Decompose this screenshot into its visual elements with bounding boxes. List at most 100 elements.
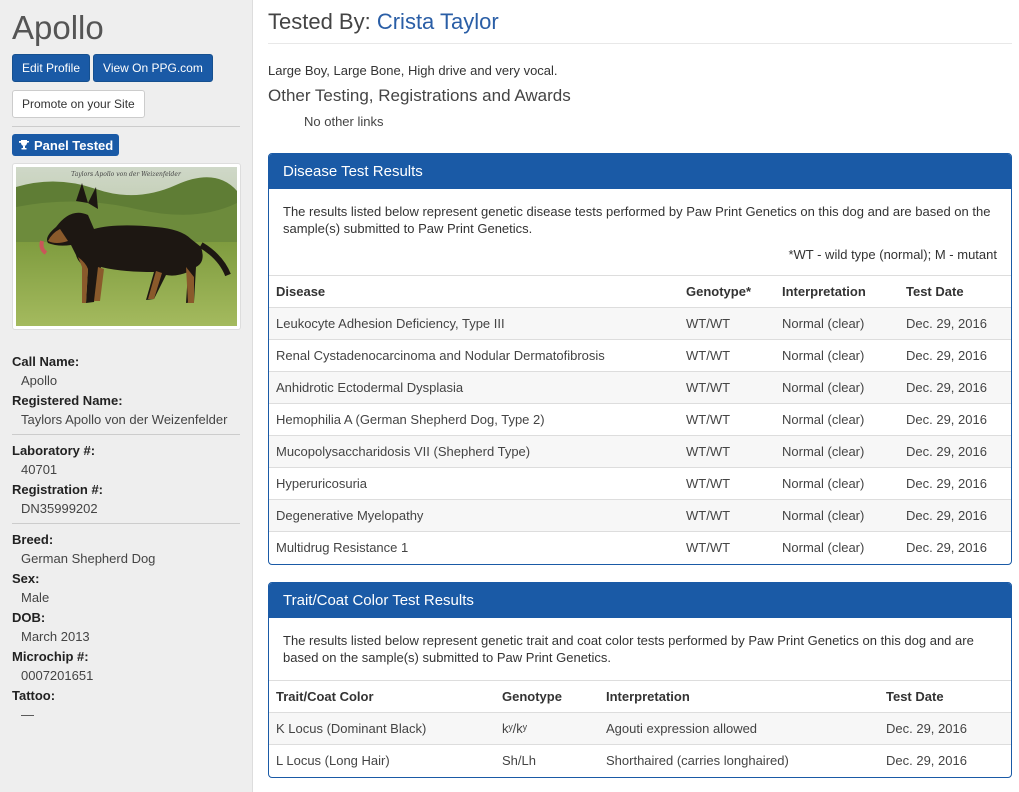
other-testing-value: No other links xyxy=(304,114,384,129)
trait-panel-body: The results listed below represent genet… xyxy=(269,618,1011,680)
genotype-cell: WT/WT xyxy=(679,371,775,404)
sex-value: Male xyxy=(21,590,50,605)
laboratory-label: Laboratory #: xyxy=(12,443,96,458)
interpretation-cell: Normal (clear) xyxy=(775,371,899,404)
interpretation-cell: Normal (clear) xyxy=(775,339,899,372)
disease-cell: Leukocyte Adhesion Deficiency, Type III xyxy=(269,307,679,340)
divider xyxy=(12,523,240,524)
divider xyxy=(12,434,240,435)
disease-cell: Anhidrotic Ectodermal Dysplasia xyxy=(269,371,679,404)
edit-profile-button[interactable]: Edit Profile xyxy=(12,54,91,82)
genotype-cell: WT/WT xyxy=(679,339,775,372)
table-row: K Locus (Dominant Black) kʸ/kʸ Agouti expr… xyxy=(269,712,1011,745)
disease-table: Disease Genotype* Interpretation Test Da… xyxy=(269,275,1011,564)
genotype-cell: Sh/Lh xyxy=(495,744,599,777)
german-shepherd-image: Taylors Apollo von der Weizenfelder xyxy=(16,167,237,326)
trait-table: Trait/Coat Color Genotype Interpretation… xyxy=(269,680,1011,777)
interpretation-cell: Shorthaired (carries longhaired) xyxy=(599,744,879,777)
interpretation-cell: Agouti expression allowed xyxy=(599,712,879,745)
interpretation-cell: Normal (clear) xyxy=(775,435,899,468)
table-header-row: Trait/Coat Color Genotype Interpretation… xyxy=(269,680,1011,713)
call-name-label: Call Name: xyxy=(12,354,80,369)
col-test-date: Test Date xyxy=(899,275,1011,308)
registered-name-value: Taylors Apollo von der Weizenfelder xyxy=(21,412,228,427)
date-cell: Dec. 29, 2016 xyxy=(899,467,1011,500)
date-cell: Dec. 29, 2016 xyxy=(899,499,1011,532)
trait-panel-title: Trait/Coat Color Test Results xyxy=(269,583,1011,618)
col-test-date: Test Date xyxy=(879,680,1011,713)
table-row: Hyperuricosuria WT/WT Normal (clear) Dec. 2… xyxy=(269,467,1011,500)
interpretation-cell: Normal (clear) xyxy=(775,467,899,500)
col-genotype: Genotype* xyxy=(679,275,775,308)
genotype-cell: WT/WT xyxy=(679,403,775,436)
disease-cell: Hyperuricosuria xyxy=(269,467,679,500)
genotype-legend: *WT - wild type (normal); M - mutant xyxy=(788,247,997,262)
table-row: Mucopolysaccharidosis VII (Shepherd Type… xyxy=(269,435,1011,468)
registration-value: DN35999202 xyxy=(21,501,98,516)
laboratory-value: 40701 xyxy=(21,462,58,477)
col-disease: Disease xyxy=(269,275,679,308)
genotype-cell: kʸ/kʸ xyxy=(495,712,599,745)
call-name-value: Apollo xyxy=(21,373,58,388)
date-cell: Dec. 29, 2016 xyxy=(899,307,1011,340)
date-cell: Dec. 29, 2016 xyxy=(899,435,1011,468)
trophy-icon xyxy=(19,140,29,150)
date-cell: Dec. 29, 2016 xyxy=(879,744,1011,777)
tested-by-heading: Tested By: Crista Taylor xyxy=(268,0,1012,44)
interpretation-cell: Normal (clear) xyxy=(775,531,899,564)
table-row: Leukocyte Adhesion Deficiency, Type III W… xyxy=(269,307,1011,340)
panel-tested-badge: Panel Tested xyxy=(12,134,120,156)
date-cell: Dec. 29, 2016 xyxy=(879,712,1011,745)
genotype-cell: WT/WT xyxy=(679,467,775,500)
dog-description: Large Boy, Large Bone, High drive and ve… xyxy=(268,63,558,78)
registration-label: Registration #: xyxy=(12,482,104,497)
dob-value: March 2013 xyxy=(21,629,90,644)
genotype-cell: WT/WT xyxy=(679,499,775,532)
breed-label: Breed: xyxy=(12,532,54,547)
table-row: Renal Cystadenocarcinoma and Nodular Der… xyxy=(269,339,1011,372)
sex-label: Sex: xyxy=(12,571,40,586)
disease-cell: Mucopolysaccharidosis VII (Shepherd Type… xyxy=(269,435,679,468)
interpretation-cell: Normal (clear) xyxy=(775,403,899,436)
profile-button-row: Edit Profile View On PPG.com xyxy=(12,54,240,82)
disease-cell: Multidrug Resistance 1 xyxy=(269,531,679,564)
date-cell: Dec. 29, 2016 xyxy=(899,531,1011,564)
table-row: L Locus (Long Hair) Sh/Lh Shorthaired (car… xyxy=(269,744,1011,777)
microchip-value: 0007201651 xyxy=(21,668,94,683)
date-cell: Dec. 29, 2016 xyxy=(899,371,1011,404)
disease-cell: Degenerative Myelopathy xyxy=(269,499,679,532)
promote-button[interactable]: Promote on your Site xyxy=(12,90,145,118)
tattoo-value: — xyxy=(21,707,34,722)
disease-results-panel: Disease Test Results The results listed … xyxy=(268,153,1012,565)
main-content: Tested By: Crista Taylor Large Boy, Larg… xyxy=(268,0,1012,129)
dog-photo[interactable]: Taylors Apollo von der Weizenfelder xyxy=(12,163,241,330)
disease-panel-body: The results listed below represent genet… xyxy=(269,189,1011,275)
tattoo-label: Tattoo: xyxy=(12,688,56,703)
disease-cell: Renal Cystadenocarcinoma and Nodular Der… xyxy=(269,339,679,372)
microchip-label: Microchip #: xyxy=(12,649,89,664)
other-testing-heading: Other Testing, Registrations and Awards xyxy=(268,86,571,105)
divider xyxy=(12,126,240,127)
badge-label: Panel Tested xyxy=(34,137,114,153)
breed-value: German Shepherd Dog xyxy=(21,551,156,566)
genotype-cell: WT/WT xyxy=(679,435,775,468)
view-on-ppg-button[interactable]: View On PPG.com xyxy=(93,54,213,82)
table-row: Degenerative Myelopathy WT/WT Normal (clea… xyxy=(269,499,1011,532)
disease-intro: The results listed below represent genet… xyxy=(283,204,991,236)
trait-intro: The results listed below represent genet… xyxy=(283,633,974,665)
dog-info: Call Name: Apollo Registered Name: Taylo… xyxy=(12,352,240,725)
tester-link[interactable]: Crista Taylor xyxy=(377,9,499,34)
genotype-cell: WT/WT xyxy=(679,531,775,564)
table-row: Hemophilia A (German Shepherd Dog, Type … xyxy=(269,403,1011,436)
trait-cell: K Locus (Dominant Black) xyxy=(269,712,495,745)
registered-name-label: Registered Name: xyxy=(12,393,123,408)
col-genotype: Genotype xyxy=(495,680,599,713)
photo-caption: Taylors Apollo von der Weizenfelder xyxy=(71,171,182,178)
interpretation-cell: Normal (clear) xyxy=(775,307,899,340)
trait-results-panel: Trait/Coat Color Test Results The result… xyxy=(268,582,1012,778)
table-row: Multidrug Resistance 1 WT/WT Normal (clear… xyxy=(269,531,1011,564)
col-interpretation: Interpretation xyxy=(599,680,879,713)
dob-label: DOB: xyxy=(12,610,46,625)
col-trait: Trait/Coat Color xyxy=(269,680,495,713)
table-row: Anhidrotic Ectodermal Dysplasia WT/WT Norm… xyxy=(269,371,1011,404)
